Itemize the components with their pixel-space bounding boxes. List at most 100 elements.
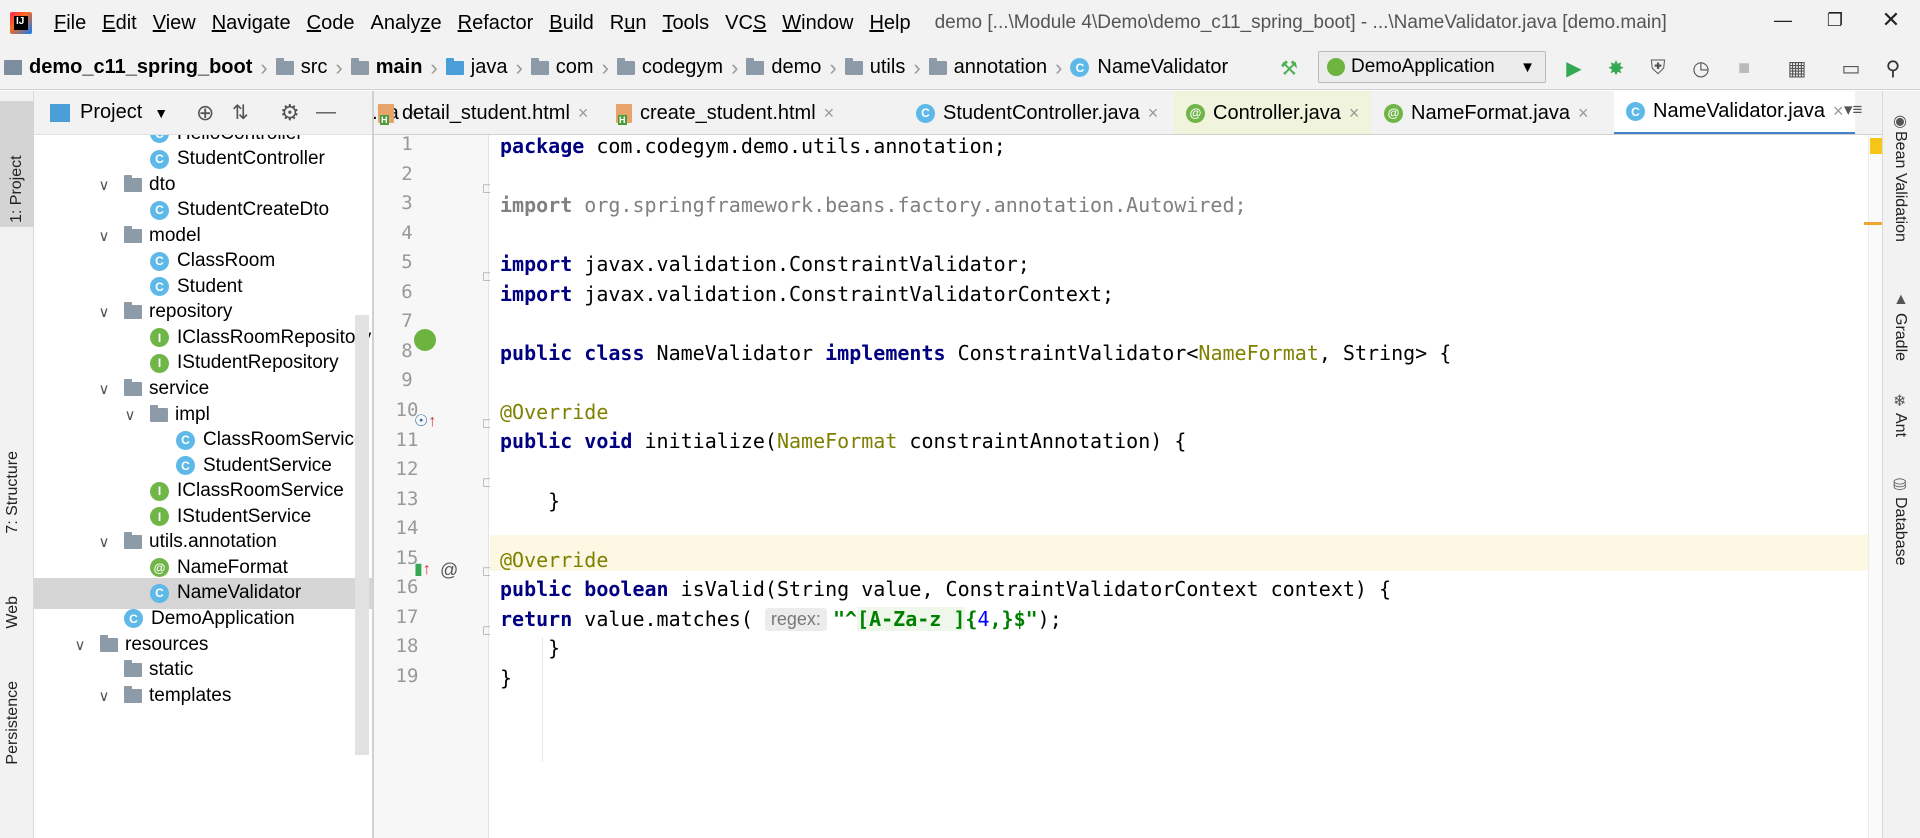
editor-tab[interactable]: @ NameFormat.java × <box>1372 91 1600 134</box>
menu-vcs[interactable]: VCS <box>717 12 774 35</box>
project-tool-tab[interactable]: 1: Project <box>0 101 34 227</box>
code-editor[interactable]: package com.codegym.demo.utils.annotatio… <box>490 135 1870 838</box>
breadcrumb-item-utils[interactable]: utils › <box>844 54 929 81</box>
editor-tab[interactable]: @ Controller.java × <box>1174 91 1372 134</box>
error-stripe-mark[interactable] <box>1864 222 1884 225</box>
locate-icon[interactable]: ⊕ <box>196 100 214 126</box>
chevron-down-icon[interactable]: ▼ <box>154 105 168 121</box>
editor-scrollbar[interactable] <box>1864 135 1884 838</box>
breadcrumb-item-codegym[interactable]: codegym › <box>616 55 746 81</box>
navigation-bar: demo_c11_spring_boot › src › main › java › com › c… <box>0 46 1920 90</box>
line-number: 17 <box>395 605 419 628</box>
editor-tab-label: create_student.html <box>640 101 816 124</box>
editor-tab[interactable]: detail_student.html × <box>374 91 600 134</box>
tab-list-icon[interactable]: ▾≡ <box>1844 100 1862 120</box>
menu-window[interactable]: Window <box>774 12 861 35</box>
code-line-1[interactable]: package com.codegym.demo.utils.annotatio… <box>500 135 1006 164</box>
tree-item[interactable]: ∨ templates <box>34 680 372 711</box>
close-window-icon[interactable]: ✕ <box>1866 0 1916 40</box>
breadcrumb-item-main[interactable]: main › <box>350 55 446 81</box>
close-tab-icon[interactable]: × <box>1578 103 1589 124</box>
menu-file[interactable]: File <box>46 12 94 35</box>
annotation-gutter-icon[interactable]: @ <box>440 560 458 581</box>
menu-refactor[interactable]: Refactor <box>450 12 542 35</box>
editor-tab[interactable]: C NameValidator.java × <box>1614 91 1856 134</box>
project-panel-title[interactable]: Project <box>80 101 142 124</box>
chevron-down-icon[interactable]: ∨ <box>96 303 112 321</box>
breadcrumb-item-java[interactable]: java › <box>445 55 531 81</box>
restore-icon[interactable]: ❐ <box>1810 0 1860 40</box>
class-icon: C <box>124 609 143 629</box>
project-structure-icon[interactable]: ▦ <box>1784 55 1810 81</box>
breadcrumb-item-demo_c11_spring_boot[interactable]: demo_c11_spring_boot › <box>4 55 276 81</box>
code-line-11[interactable]: public void initialize(NameFormat constr… <box>500 423 1186 459</box>
menu-build[interactable]: Build <box>541 12 601 35</box>
project-tree-scrollbar[interactable] <box>355 315 369 755</box>
tree-item-label: IClassRoomService <box>177 480 344 502</box>
breadcrumb-separator-icon: › <box>260 54 268 80</box>
close-tab-icon[interactable]: × <box>1148 103 1159 124</box>
breadcrumb-item-annotation[interactable]: annotation › <box>928 55 1071 81</box>
chevron-down-icon[interactable]: ∨ <box>96 176 112 194</box>
chevron-down-icon[interactable]: ∨ <box>122 406 138 424</box>
chevron-down-icon[interactable]: ∨ <box>72 636 88 654</box>
editor-tab[interactable]: C StudentController.java × <box>904 91 1170 134</box>
breadcrumb: demo_c11_spring_boot › src › main › java › com › c… <box>0 55 1228 81</box>
breadcrumb-item-demo[interactable]: demo › <box>746 55 844 81</box>
spring-bean-gutter-icon[interactable] <box>414 329 436 351</box>
line-number: 13 <box>395 487 419 510</box>
editor-gutter: 1 2 3 4 5 6 7 8 9 10 11 12 13 14 15 16 17 18 19 ☉↑ ▮↑ @ ◻ … <box>374 133 493 838</box>
profile-icon[interactable]: ◷ <box>1688 55 1714 81</box>
close-tab-icon[interactable]: × <box>1349 103 1360 124</box>
menu-edit[interactable]: Edit <box>94 12 144 35</box>
gradle-tool-tab[interactable]: Gradle <box>1891 313 1909 361</box>
chevron-down-icon[interactable]: ∨ <box>96 227 112 245</box>
menu-view[interactable]: View <box>145 12 204 35</box>
code-line-6[interactable]: import javax.validation.ConstraintValida… <box>500 276 1114 312</box>
menu-code[interactable]: Code <box>299 12 363 35</box>
override-gutter-icon[interactable]: ▮↑ <box>414 559 431 579</box>
breadcrumb-separator-icon: › <box>913 54 921 80</box>
persistence-tool-tab[interactable]: Persistence <box>4 681 22 765</box>
presentation-icon[interactable]: ▭ <box>1838 55 1864 81</box>
code-line-8[interactable]: public class NameValidator implements Co… <box>500 335 1451 371</box>
menu-run[interactable]: Run <box>602 12 655 35</box>
database-tool-tab[interactable]: Database <box>1891 497 1909 566</box>
code-line-19[interactable]: } <box>500 660 512 696</box>
coverage-icon[interactable]: ⛨ <box>1645 55 1671 81</box>
menu-analyze[interactable]: Analyze <box>362 12 449 35</box>
build-hammer-icon[interactable]: ⚒ <box>1276 55 1302 81</box>
collapse-all-icon[interactable]: ⇅ <box>232 100 249 125</box>
implements-gutter-icon[interactable]: ☉↑ <box>414 411 436 431</box>
breadcrumb-item-src[interactable]: src › <box>275 55 351 81</box>
code-line-13[interactable]: } <box>500 483 560 519</box>
code-line-3[interactable]: import org.springframework.beans.factory… <box>500 187 1247 223</box>
ant-tool-tab[interactable]: Ant <box>1891 413 1909 437</box>
gear-icon[interactable]: ⚙ <box>280 100 300 126</box>
bean-validation-tool-tab[interactable]: Bean Validation <box>1891 131 1909 242</box>
warning-marker-icon[interactable] <box>1870 138 1882 154</box>
breadcrumb-item-com[interactable]: com › <box>530 55 617 81</box>
run-configuration-select[interactable]: DemoApplication ▼ <box>1318 51 1546 83</box>
code-line-17[interactable]: return value.matches( regex: "^ [A-Za-z ]{… <box>500 601 1062 637</box>
structure-tool-tab[interactable]: 7: Structure <box>4 451 22 534</box>
menu-tools[interactable]: Tools <box>654 12 717 35</box>
run-icon[interactable]: ▶ <box>1561 55 1587 81</box>
chevron-down-icon[interactable]: ∨ <box>96 687 112 705</box>
debug-icon[interactable]: ✸ <box>1603 55 1629 81</box>
search-everywhere-icon[interactable]: ⚲ <box>1880 55 1906 81</box>
menu-help[interactable]: Help <box>861 12 918 35</box>
breadcrumb-item-namevalidator[interactable]: C NameValidator <box>1070 56 1228 79</box>
chevron-down-icon[interactable]: ∨ <box>96 533 112 551</box>
chevron-down-icon[interactable]: ∨ <box>96 380 112 398</box>
minimize-icon[interactable]: — <box>1758 0 1808 40</box>
menu-navigate[interactable]: Navigate <box>204 12 299 35</box>
stop-icon[interactable]: ■ <box>1731 55 1757 81</box>
editor-tab[interactable]: create_student.html × <box>604 91 846 134</box>
close-tab-icon[interactable]: × <box>578 103 589 124</box>
web-tool-tab[interactable]: Web <box>4 596 22 629</box>
close-tab-icon[interactable]: × <box>1833 101 1844 122</box>
editor-tab-bar: C...va×detail_student.html×create_studen… <box>374 91 1882 135</box>
close-tab-icon[interactable]: × <box>824 103 835 124</box>
hide-panel-icon[interactable]: — <box>316 101 336 124</box>
